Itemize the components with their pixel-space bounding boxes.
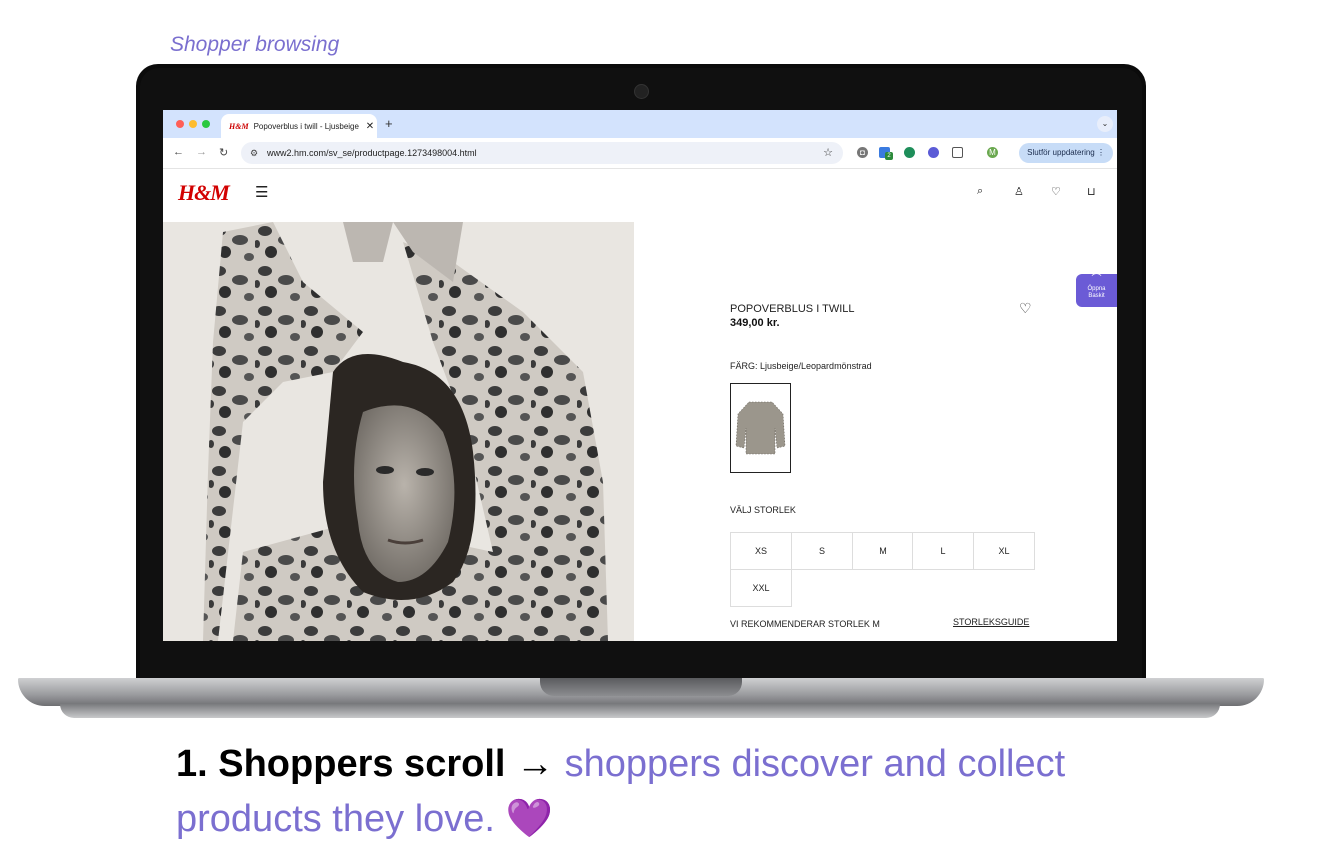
product-photo[interactable]: [163, 222, 634, 641]
url-text: www2.hm.com/sv_se/productpage.1273498004…: [267, 148, 477, 158]
camera: [634, 84, 649, 99]
baskit-widget-button[interactable]: ⌒ Öppna Baskit: [1076, 274, 1117, 307]
favorites-heart-icon[interactable]: ♡: [1051, 185, 1061, 198]
back-arrow-icon[interactable]: ←: [173, 146, 184, 158]
minimize-window-button[interactable]: [189, 120, 197, 128]
shopping-bag-icon[interactable]: ⊔: [1087, 185, 1096, 198]
product-price: 349,00 kr.: [730, 317, 780, 329]
forward-arrow-icon[interactable]: →: [196, 146, 207, 158]
tab-bar: H&M Popoverblus i twill - Ljusbeige ✕ + …: [163, 110, 1117, 138]
purple-extension-icon[interactable]: [928, 147, 939, 158]
caption-bold: 1. Shoppers scroll: [176, 743, 506, 785]
address-bar[interactable]: ⚙ www2.hm.com/sv_se/productpage.12734980…: [241, 142, 843, 164]
color-swatch[interactable]: [730, 383, 791, 473]
menu-icon[interactable]: ☰: [255, 183, 268, 201]
close-window-button[interactable]: [176, 120, 184, 128]
arrow-icon: →: [516, 743, 555, 785]
grammar-extension-icon[interactable]: [904, 147, 915, 158]
browser-window: H&M Popoverblus i twill - Ljusbeige ✕ + …: [163, 110, 1117, 641]
plus-icon[interactable]: +: [385, 116, 393, 131]
size-option-l[interactable]: L: [912, 532, 974, 570]
browser-tab[interactable]: H&M Popoverblus i twill - Ljusbeige ✕: [221, 114, 377, 138]
bookmark-star-icon[interactable]: ☆: [823, 142, 833, 164]
purple-heart-icon: 💜: [505, 798, 553, 840]
tab-title: Popoverblus i twill - Ljusbeige: [253, 121, 359, 131]
search-icon[interactable]: ⌕: [977, 185, 983, 198]
hm-favicon: H&M: [229, 121, 249, 131]
site-settings-icon[interactable]: ⚙: [250, 142, 258, 164]
caption-bottom: 1. Shoppers scroll → shoppers discover a…: [176, 737, 1076, 847]
hm-logo[interactable]: H&M: [178, 180, 230, 206]
extension-badge: 2: [885, 152, 893, 160]
chevron-down-icon[interactable]: ⌄: [1097, 116, 1113, 132]
close-tab-icon[interactable]: ✕: [363, 121, 377, 132]
product-page: H&M ☰ ⌕ ♙ ♡ ⊔ POPOVERBLUS I TWILL 349,00…: [163, 169, 1117, 641]
browser-toolbar: ← → ↻ ⚙ www2.hm.com/sv_se/productpage.12…: [163, 138, 1117, 169]
update-button[interactable]: Slutför uppdatering ⋮: [1019, 143, 1113, 163]
account-icon[interactable]: ♙: [1014, 185, 1024, 198]
camera-extension-icon[interactable]: ◘: [857, 147, 868, 158]
size-label: VÄLJ STORLEK: [730, 505, 796, 515]
size-option-xs[interactable]: XS: [730, 532, 792, 570]
update-button-label: Slutför uppdatering: [1027, 148, 1095, 157]
size-recommendation: VI REKOMMENDERAR STORLEK M: [730, 619, 880, 629]
window-controls: [176, 120, 210, 128]
widget-label: Öppna Baskit: [1087, 286, 1106, 299]
size-option-s[interactable]: S: [791, 532, 853, 570]
size-option-m[interactable]: M: [852, 532, 914, 570]
sweater-thumbnail: [735, 401, 786, 455]
size-guide-link[interactable]: STORLEKSGUIDE: [953, 617, 1029, 627]
caption-top: Shopper browsing: [170, 33, 340, 56]
laptop-notch: [540, 678, 742, 696]
size-option-xxl[interactable]: XXL: [730, 569, 792, 607]
color-label: FÄRG: Ljusbeige/Leopardmönstrad: [730, 361, 872, 371]
puzzle-icon[interactable]: [952, 147, 963, 158]
product-title: POPOVERBLUS I TWILL: [730, 303, 855, 315]
maximize-window-button[interactable]: [202, 120, 210, 128]
reload-icon[interactable]: ↻: [219, 146, 228, 159]
profile-avatar[interactable]: M: [987, 147, 998, 158]
product-photo-image: [163, 222, 634, 641]
add-to-favorites-heart-icon[interactable]: ♡: [1019, 300, 1032, 317]
laptop-base-edge: [60, 704, 1220, 718]
size-option-xl[interactable]: XL: [973, 532, 1035, 570]
arc-icon: ⌒: [1091, 274, 1102, 285]
